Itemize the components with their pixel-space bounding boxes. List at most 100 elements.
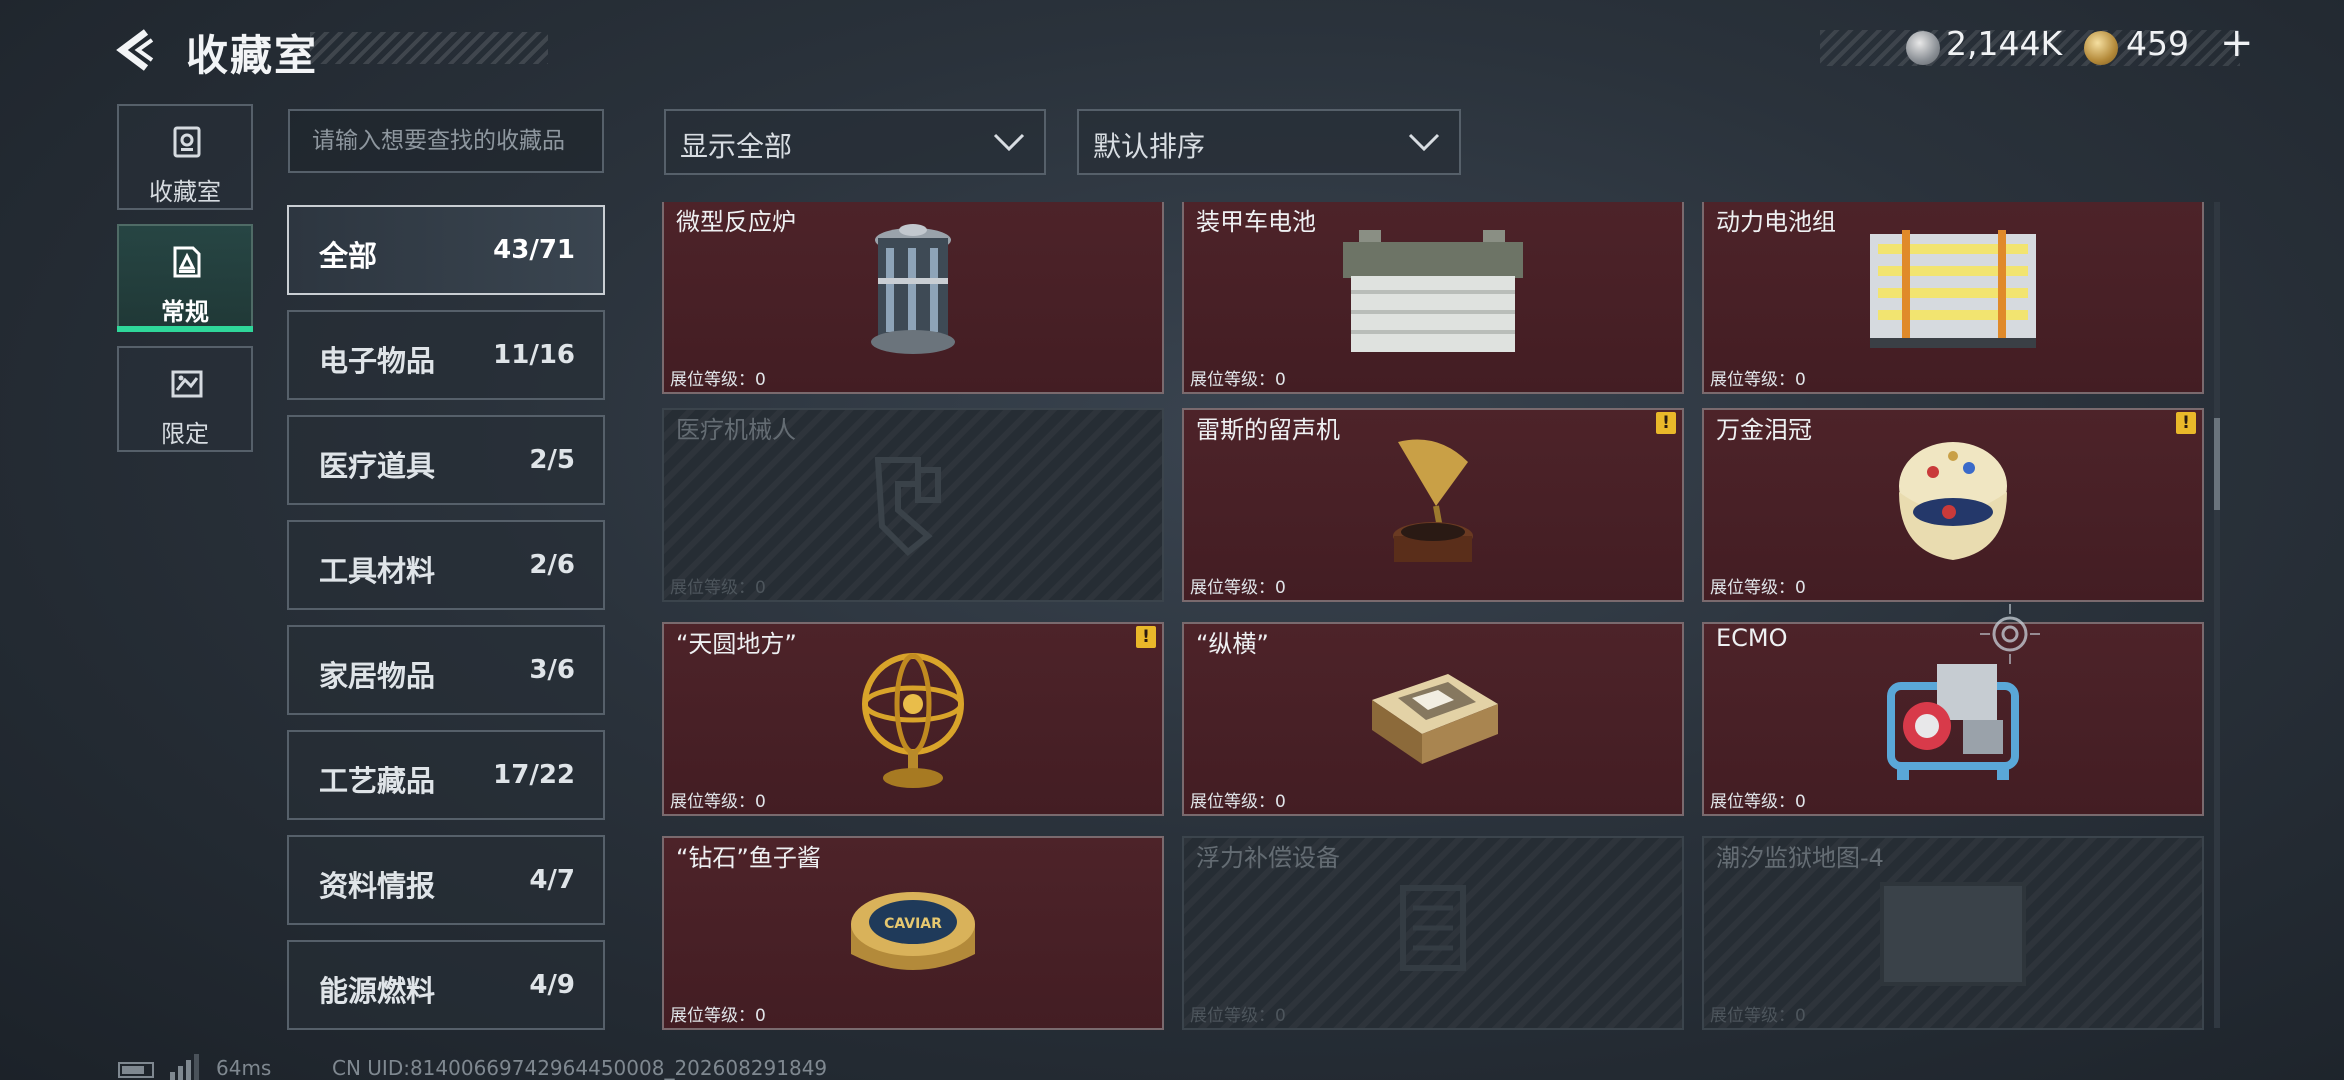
nav-regular[interactable]: 常规 <box>117 224 253 330</box>
prison-map-icon <box>1880 882 2026 986</box>
filter-dropdown[interactable]: 显示全部 <box>664 109 1046 175</box>
page-title: 收藏室 <box>186 31 319 80</box>
warning-badge: ! <box>1136 626 1156 648</box>
booth-level: 展位等级：0 <box>1190 370 1286 390</box>
nav-collection-room[interactable]: 收藏室 <box>117 104 253 210</box>
category-name: 能源燃料 <box>319 974 436 1008</box>
booth-level: 展位等级：0 <box>1710 370 1806 390</box>
regular-icon <box>173 246 201 278</box>
title-stripe <box>310 32 548 64</box>
category-count: 3/6 <box>529 655 575 685</box>
nav-label: 常规 <box>161 298 209 326</box>
booth-level: 展位等级：0 <box>1190 578 1286 598</box>
booth-level: 展位等级：0 <box>1190 1006 1286 1026</box>
category-crafts[interactable]: 工艺藏品 17/22 <box>287 730 605 820</box>
category-household[interactable]: 家居物品 3/6 <box>287 625 605 715</box>
category-count: 4/9 <box>529 970 575 1000</box>
sort-value: 默认排序 <box>1093 130 1206 163</box>
item-name: 微型反应炉 <box>676 208 796 236</box>
category-name: 家居物品 <box>319 659 436 693</box>
item-card[interactable]: 微型反应炉 展位等级：0 <box>662 202 1164 394</box>
category-tools[interactable]: 工具材料 2/6 <box>287 520 605 610</box>
warning-badge: ! <box>1656 412 1676 434</box>
item-name: 医疗机械人 <box>676 416 796 444</box>
item-name: ECMO <box>1716 624 1788 652</box>
booth-level: 展位等级：0 <box>1710 1006 1806 1026</box>
item-card[interactable]: 动力电池组 展位等级：0 <box>1702 202 2204 394</box>
user-uid: CN UID:8140066974296445000​8_20260829184… <box>332 1056 828 1080</box>
silver-currency-value: 2,144K <box>1946 24 2063 63</box>
item-name: “钻石”鱼子酱 <box>676 844 821 872</box>
jeweled-egg-icon <box>1899 442 2007 560</box>
scrollbar-track[interactable] <box>2214 202 2220 1028</box>
nav-label: 收藏室 <box>149 178 221 206</box>
category-intel[interactable]: 资料情报 4/7 <box>287 835 605 925</box>
item-card[interactable]: 装甲车电池 展位等级：0 <box>1182 202 1684 394</box>
search-box[interactable] <box>288 109 604 173</box>
item-name: 动力电池组 <box>1716 208 1836 236</box>
power-battery-pack-icon <box>1870 230 2036 348</box>
category-count: 17/22 <box>493 760 575 790</box>
category-name: 工艺藏品 <box>319 764 436 798</box>
micro-reactor-icon <box>871 224 955 354</box>
category-name: 全部 <box>319 239 378 273</box>
item-card[interactable]: 雷斯的留声机 ! 展位等级：0 <box>1182 408 1684 602</box>
signal-icon <box>170 1054 199 1080</box>
booth-level: 展位等级：0 <box>670 578 766 598</box>
item-card[interactable]: “纵横” 展位等级：0 <box>1182 622 1684 816</box>
item-card[interactable]: 浮力补偿设备 展位等级：0 <box>1182 836 1684 1030</box>
collection-grid: 微型反应炉 展位等级：0 装甲车电池 展位等级：0 动力电池组 展位等级：0 医… <box>662 202 2204 1032</box>
scrollbar-thumb[interactable] <box>2214 418 2220 510</box>
chevron-down-icon <box>993 133 1025 152</box>
nav-active-indicator <box>117 326 253 332</box>
add-currency-button[interactable]: + <box>2220 20 2254 66</box>
caviar-label: CAVIAR <box>884 916 942 932</box>
battery-level <box>122 1066 144 1074</box>
category-medical[interactable]: 医疗道具 2/5 <box>287 415 605 505</box>
item-card[interactable]: “天圆地方” ! 展位等级：0 <box>662 622 1164 816</box>
category-energy[interactable]: 能源燃料 4/9 <box>287 940 605 1030</box>
chevron-down-icon <box>1408 133 1440 152</box>
item-card[interactable]: “钻石”鱼子酱 CAVIAR 展位等级：0 <box>662 836 1164 1030</box>
booth-level: 展位等级：0 <box>1190 792 1286 812</box>
gold-currency-value: 459 <box>2126 24 2189 63</box>
item-card[interactable]: 潮汐监狱地图-4 展位等级：0 <box>1702 836 2204 1030</box>
item-card[interactable]: ECMO 展位等级：0 <box>1702 622 2204 816</box>
item-name: “天圆地方” <box>676 630 797 658</box>
gold-coin-icon <box>2084 31 2118 65</box>
category-name: 资料情报 <box>319 869 436 903</box>
silver-coin-icon <box>1906 31 1940 65</box>
category-count: 4/7 <box>529 865 575 895</box>
item-card[interactable]: 医疗机械人 展位等级：0 <box>662 408 1164 602</box>
booth-level: 展位等级：0 <box>670 1006 766 1026</box>
category-electronics[interactable]: 电子物品 11/16 <box>287 310 605 400</box>
category-all[interactable]: 全部 43/71 <box>287 205 605 295</box>
booth-level: 展位等级：0 <box>670 792 766 812</box>
caviar-tin-icon: CAVIAR <box>851 892 975 970</box>
item-name: 装甲车电池 <box>1196 208 1316 236</box>
armillary-sphere-icon <box>862 653 964 788</box>
category-count: 43/71 <box>493 235 575 265</box>
warning-badge: ! <box>2176 412 2196 434</box>
category-name: 电子物品 <box>319 344 436 378</box>
gramophone-icon <box>1393 439 1473 562</box>
limited-icon <box>171 370 203 398</box>
sort-dropdown[interactable]: 默认排序 <box>1077 109 1461 175</box>
category-count: 2/6 <box>529 550 575 580</box>
nav-limited[interactable]: 限定 <box>117 346 253 452</box>
back-arrow-icon[interactable] <box>112 26 160 74</box>
booth-level: 展位等级：0 <box>670 370 766 390</box>
buoyancy-device-icon <box>1400 885 1466 971</box>
item-name: “纵横” <box>1196 630 1269 658</box>
item-name: 万金泪冠 <box>1716 416 1812 444</box>
chess-box-icon <box>1372 674 1498 764</box>
filter-value: 显示全部 <box>680 130 793 163</box>
target-reticle-icon <box>1980 604 2040 664</box>
booth-level: 展位等级：0 <box>1710 578 1806 598</box>
item-card[interactable]: 万金泪冠 ! 展位等级：0 <box>1702 408 2204 602</box>
item-name: 潮汐监狱地图-4 <box>1716 844 1884 872</box>
category-name: 医疗道具 <box>319 449 436 483</box>
item-name: 浮力补偿设备 <box>1196 844 1340 872</box>
search-input[interactable] <box>290 111 602 171</box>
category-count: 2/5 <box>529 445 575 475</box>
